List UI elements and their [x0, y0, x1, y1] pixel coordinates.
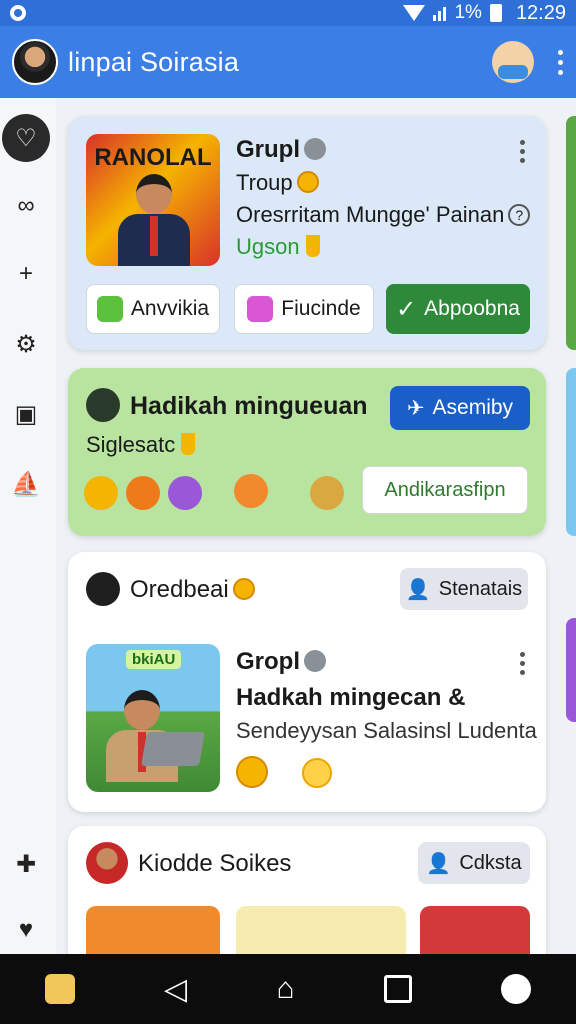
assembly-button[interactable]: ✈ Asemiby	[390, 386, 530, 430]
user-icon: 👤	[426, 852, 452, 875]
cluster-icon	[86, 388, 120, 422]
status-chip-label: Stenatais	[438, 577, 523, 600]
clock: 12:29	[515, 1, 566, 24]
assistant-icon[interactable]	[501, 974, 532, 1004]
chip-button[interactable]: 👤 Cdksta	[418, 842, 530, 884]
action-button-2-label: Fiucinde	[281, 297, 361, 320]
action-button-1[interactable]: Anvvikia	[86, 284, 220, 334]
group-heading: Hadkah mingecan &	[236, 684, 466, 711]
person-image	[118, 174, 190, 266]
status-chip[interactable]: 👤 Stenatais	[400, 568, 528, 610]
group-logo-icon	[86, 572, 120, 606]
group-meta: Gropl Hadkah mingecan & Sendeyysan Salas…	[236, 648, 537, 790]
side-rail: ♡ ∞ + ⚙ ▣ ⛵ ✚ ♥	[0, 98, 56, 954]
smiley-icon	[168, 476, 202, 510]
check-icon: ✓	[396, 295, 417, 323]
battery-percent: 1%	[454, 2, 482, 23]
book-icon[interactable]: ▣	[2, 390, 50, 438]
chip-button-label: Cdksta	[459, 851, 522, 874]
post-line-3: Ugson	[236, 234, 300, 259]
recents-icon[interactable]	[383, 975, 412, 1003]
plane-icon: ✈	[406, 396, 425, 420]
feed: RANOLAL Grupl Troup Oresrritam Mungge' P…	[56, 98, 576, 966]
next-card-peek	[566, 618, 576, 722]
secondary-button[interactable]: Andikarasfipn	[362, 466, 528, 514]
app-home-icon[interactable]	[44, 974, 75, 1004]
signal-icon	[433, 5, 447, 21]
cross-icon[interactable]: ✚	[2, 840, 50, 888]
post-line-2: Oresrritam Mungge' Painan	[236, 202, 505, 227]
cat-icon	[247, 296, 274, 322]
group-sub: Sendeyysan Salasinsl Ludenta	[236, 718, 537, 743]
overflow-menu-icon[interactable]	[558, 49, 564, 75]
thumbnail-title: RANOLAL	[94, 144, 212, 171]
coin-icon	[296, 171, 319, 193]
user-icon: 👤	[405, 578, 431, 601]
mascot-icon[interactable]	[492, 41, 534, 83]
post-title: Grupl	[236, 136, 300, 163]
notification-dot-icon	[10, 5, 26, 21]
promo-card[interactable]: Hadikah mingueuan Siglesatc ✈ Asemiby An…	[68, 368, 546, 536]
post-meta: Grupl Troup Oresrritam Mungge' Painan? U…	[236, 136, 531, 260]
action-button-3[interactable]: ✓ Abpoobna	[386, 284, 530, 334]
action-button-3-label: Abpoobna	[424, 297, 520, 320]
next-card-peek	[566, 368, 576, 536]
group-thumbnail[interactable]: bkiAU	[86, 644, 220, 792]
app-bar: linpai Soirasia	[0, 26, 576, 98]
sun-icon	[302, 758, 333, 788]
orange-creature-icon	[234, 474, 268, 508]
post-line-1: Troup	[236, 170, 293, 195]
assembly-button-label: Asemiby	[432, 396, 514, 419]
avatar[interactable]	[12, 39, 58, 85]
next-card-peek	[566, 116, 576, 350]
infinity-icon[interactable]: ∞	[2, 182, 50, 230]
status-bar: 1% 12:29	[0, 0, 576, 26]
coin-icon	[84, 476, 118, 510]
action-button-2[interactable]: Fiucinde	[234, 284, 374, 334]
group-card[interactable]: Oredbeai 👤 Stenatais bkiAU Gropl Hadkah …	[68, 552, 546, 812]
cup-icon	[305, 235, 320, 257]
gear-icon[interactable]: ⚙	[2, 320, 50, 368]
system-nav-bar: ◁ ⌂	[0, 954, 576, 1024]
heart-icon[interactable]: ♡	[2, 114, 50, 162]
post-card[interactable]: RANOLAL Grupl Troup Oresrritam Mungge' P…	[68, 116, 546, 350]
frog-icon	[96, 296, 123, 322]
heart-filled-icon[interactable]: ♥	[2, 906, 50, 954]
home-icon[interactable]: ⌂	[276, 972, 294, 1006]
promo-title: Hadikah mingueuan	[130, 392, 368, 420]
goggles-creature-icon	[310, 476, 344, 510]
back-icon[interactable]: ◁	[164, 972, 187, 1007]
action-button-1-label: Anvvikia	[130, 297, 210, 320]
coin-icon	[236, 756, 268, 788]
battery-icon	[489, 4, 502, 22]
group-title: Oredbeai	[130, 576, 255, 604]
verified-icon	[304, 650, 326, 672]
cup-icon	[181, 433, 196, 455]
boat-icon[interactable]: ⛵	[2, 460, 50, 508]
profile-name: Kiodde Soikes	[138, 850, 292, 877]
card-menu-icon[interactable]	[520, 652, 526, 675]
thumbnail-badge: bkiAU	[126, 650, 182, 669]
group-name: Gropl	[236, 648, 300, 675]
coin-icon	[232, 578, 255, 600]
profile-card[interactable]: Kiodde Soikes 👤 Cdksta	[68, 826, 546, 966]
plus-icon[interactable]: +	[2, 250, 50, 298]
promo-subtitle: Siglesatc	[86, 432, 196, 458]
wifi-icon	[403, 5, 426, 21]
card-menu-icon[interactable]	[520, 140, 526, 163]
post-thumbnail[interactable]: RANOLAL	[86, 134, 220, 266]
laptop-image	[141, 732, 205, 766]
avatar[interactable]	[86, 842, 128, 884]
question-coin-icon	[126, 476, 160, 510]
verified-icon	[304, 138, 326, 160]
app-title: linpai Soirasia	[68, 46, 240, 77]
help-icon[interactable]: ?	[508, 204, 531, 226]
